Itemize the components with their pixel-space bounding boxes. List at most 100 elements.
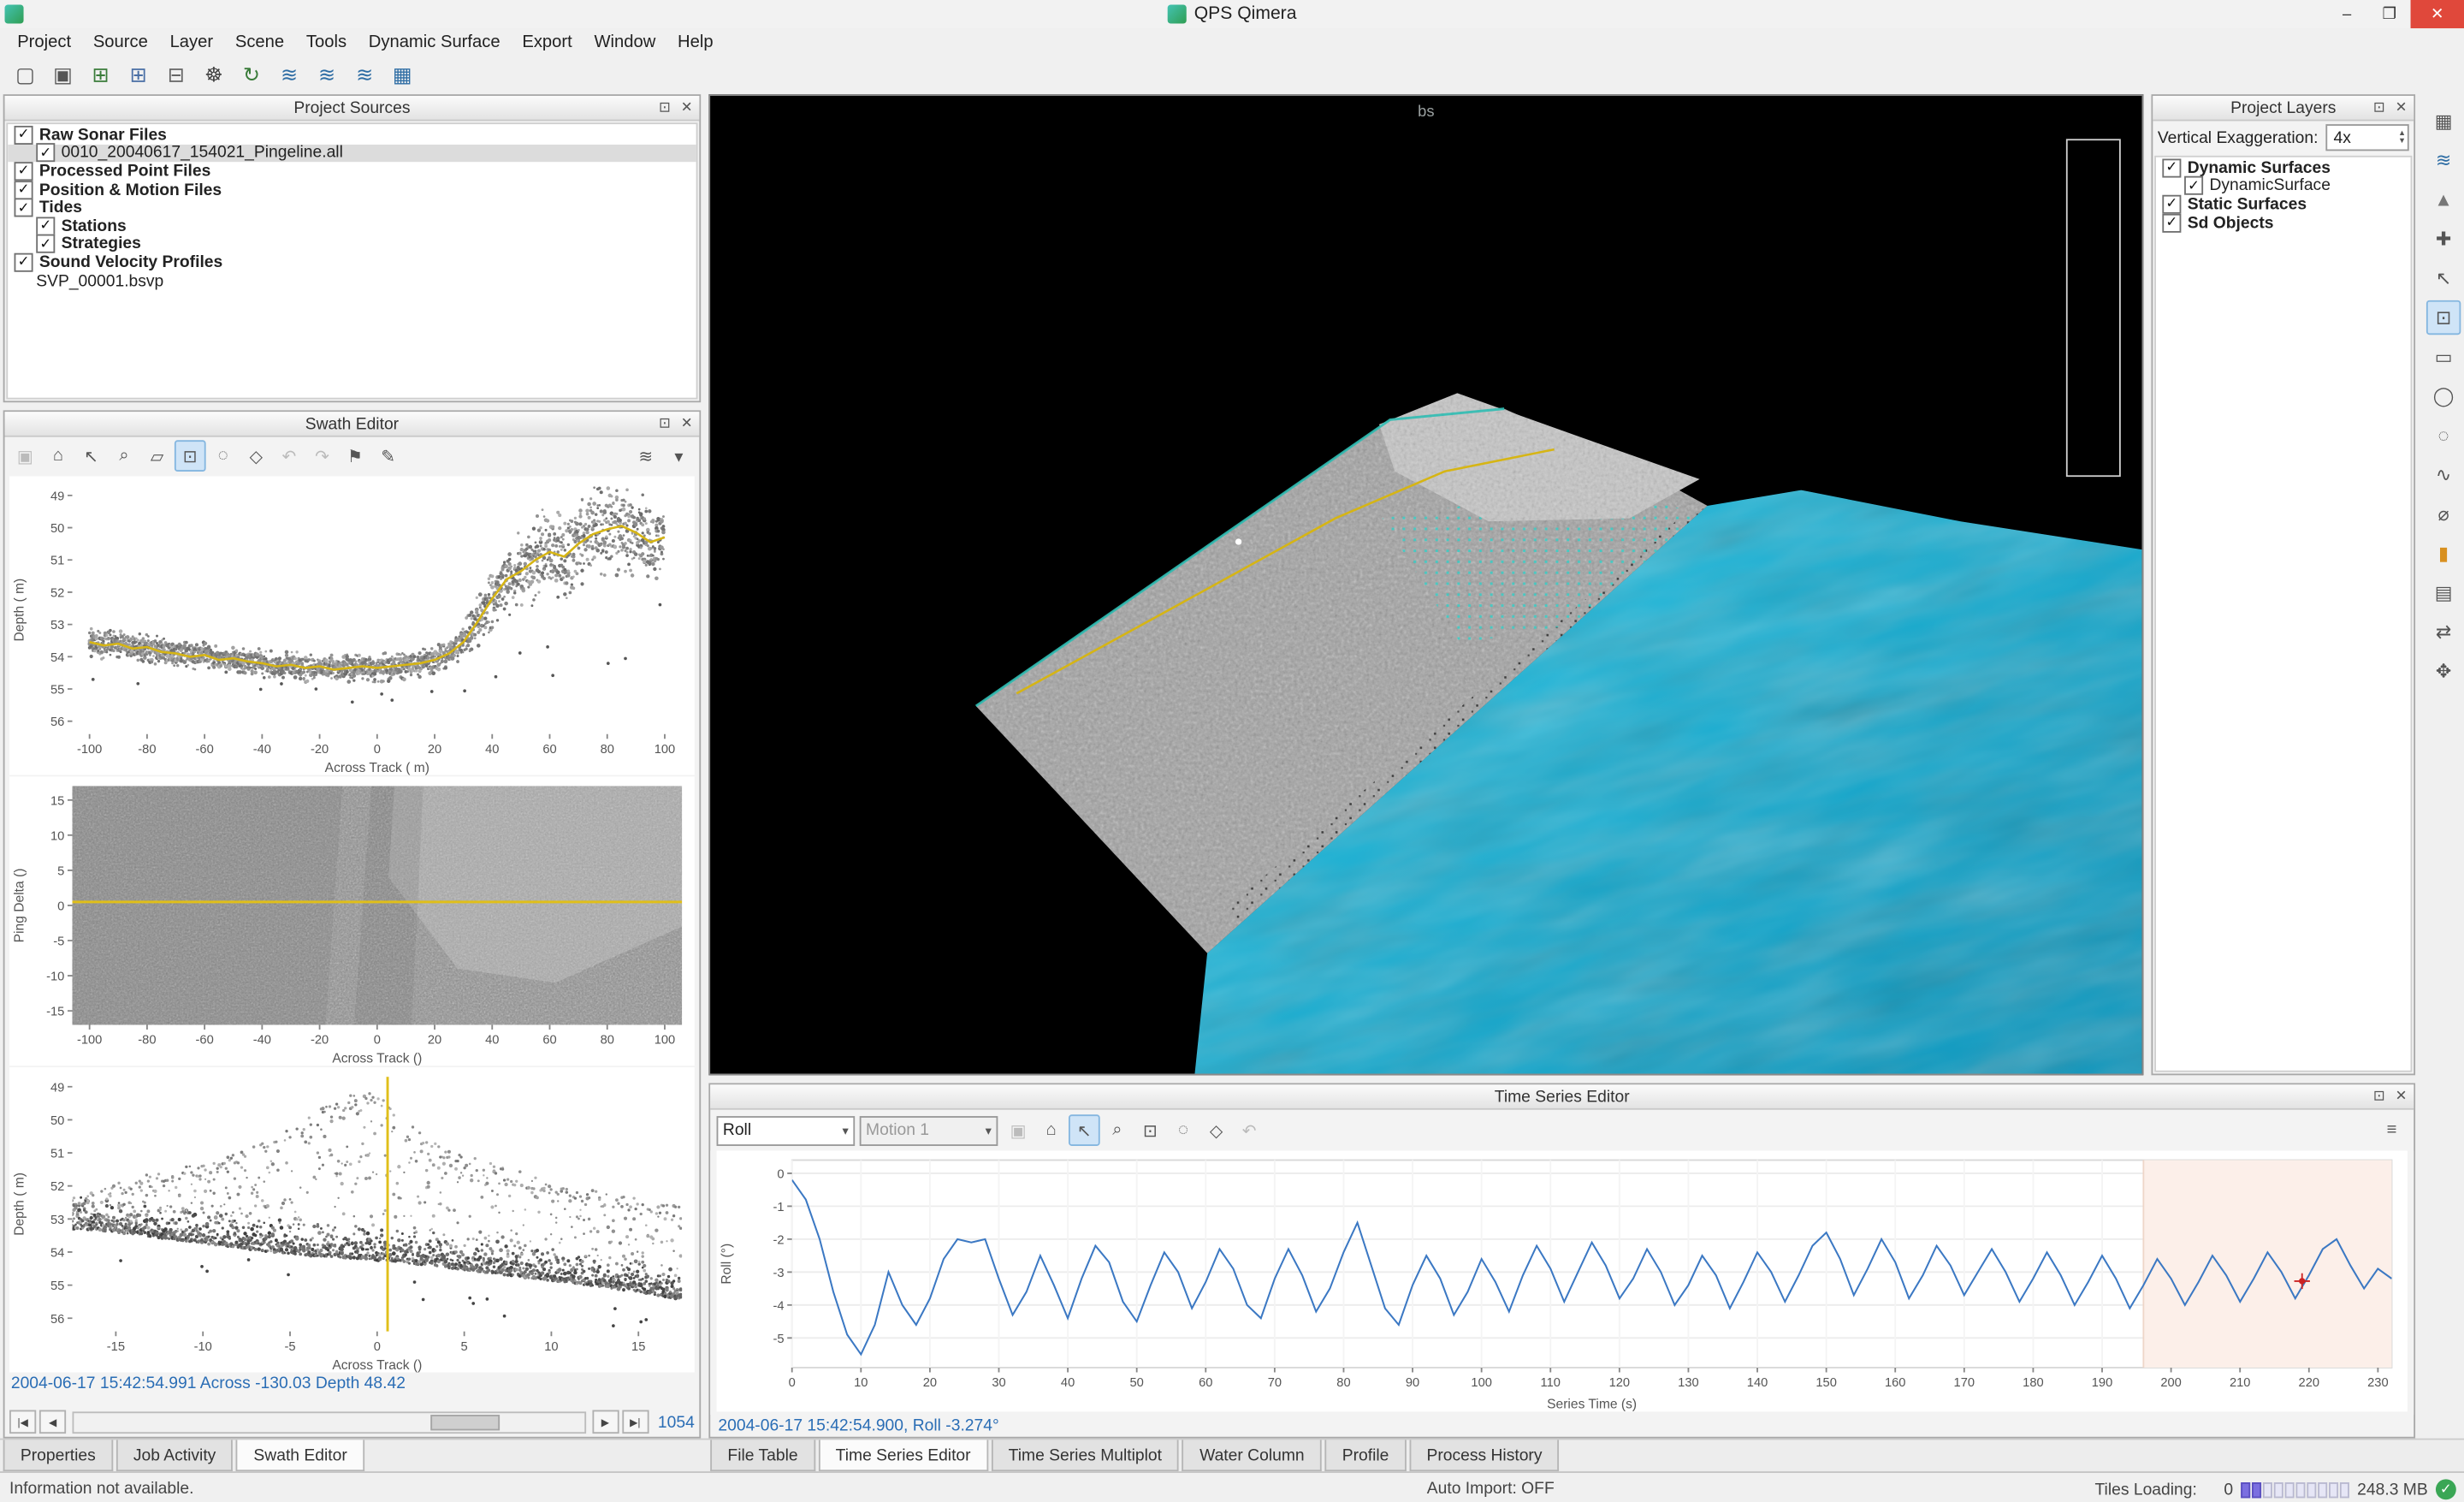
erase-icon[interactable]: ▱ bbox=[141, 440, 173, 472]
swath-alongtrack-chart[interactable]: 4950515253545556-15-10-5051015Across Tra… bbox=[9, 1067, 695, 1372]
tab-job-activity[interactable]: Job Activity bbox=[116, 1440, 234, 1471]
checkbox[interactable]: ✓ bbox=[15, 162, 33, 181]
menu-project[interactable]: Project bbox=[6, 33, 82, 51]
checkbox[interactable]: ✓ bbox=[36, 235, 55, 253]
import-files-icon[interactable]: ⊟ bbox=[159, 57, 193, 92]
zoom-icon[interactable]: ⌕ bbox=[1102, 1114, 1134, 1146]
checkbox[interactable]: ✓ bbox=[36, 217, 55, 235]
panel-menu-icon[interactable]: ▾ bbox=[663, 440, 695, 472]
rect-selection-icon[interactable]: ▭ bbox=[2426, 340, 2461, 374]
tree-item-tides[interactable]: ✓Tides bbox=[8, 199, 696, 217]
home-icon[interactable]: ⌂ bbox=[43, 440, 74, 472]
tab-process-history[interactable]: Process History bbox=[1409, 1440, 1559, 1471]
cursor-icon[interactable]: ↖ bbox=[75, 440, 107, 472]
reprocess-icon[interactable]: ↻ bbox=[234, 57, 269, 92]
file-table-grid-icon[interactable]: ▦ bbox=[2426, 104, 2461, 138]
undo-icon[interactable]: ↶ bbox=[1234, 1114, 1265, 1146]
checkbox[interactable]: ✓ bbox=[15, 126, 33, 145]
next-ping-button[interactable]: ▶ bbox=[592, 1410, 619, 1434]
tab-profile[interactable]: Profile bbox=[1325, 1440, 1407, 1471]
checkbox[interactable]: ✓ bbox=[2184, 176, 2203, 195]
tree-item-dynamicsurface[interactable]: ✓DynamicSurface bbox=[2156, 177, 2411, 195]
terrain-view-icon[interactable]: ▲ bbox=[2426, 182, 2461, 217]
save-icon[interactable]: ▣ bbox=[9, 440, 41, 472]
tree-item-stations[interactable]: ✓Stations bbox=[8, 217, 696, 235]
float-panel-icon[interactable]: ⊡ bbox=[2368, 1084, 2390, 1108]
spinner-arrows-icon[interactable]: ▲▼ bbox=[2398, 130, 2406, 145]
float-panel-icon[interactable]: ⊡ bbox=[654, 96, 676, 120]
float-panel-icon[interactable]: ⊡ bbox=[654, 412, 676, 436]
surface-view-icon[interactable]: ≋ bbox=[2426, 143, 2461, 177]
checkbox[interactable]: ✓ bbox=[15, 180, 33, 199]
open-project-icon[interactable]: ▣ bbox=[45, 57, 80, 92]
add-processed-points-icon[interactable]: ⊞ bbox=[121, 57, 155, 92]
preferences-gears-icon[interactable]: ☸ bbox=[197, 57, 231, 92]
checkbox[interactable]: ✓ bbox=[2162, 195, 2181, 214]
menu-source[interactable]: Source bbox=[82, 33, 159, 51]
close-panel-icon[interactable]: ✕ bbox=[676, 412, 698, 436]
flag-marker-icon[interactable]: ⚑ bbox=[340, 440, 371, 472]
tree-item-raw-sonar-files[interactable]: ✓Raw Sonar Files bbox=[8, 126, 696, 144]
probe-icon[interactable]: ✎ bbox=[372, 440, 404, 472]
roll-time-series-chart[interactable]: 0-1-2-3-4-501020304050607080901001101201… bbox=[717, 1150, 2408, 1411]
tree-item-position-motion-files[interactable]: ✓Position & Motion Files bbox=[8, 181, 696, 199]
tiles-icon[interactable]: ▤ bbox=[2426, 575, 2461, 609]
close-button[interactable]: ✕ bbox=[2411, 0, 2464, 28]
pick-mode-icon[interactable]: ↖ bbox=[2426, 261, 2461, 295]
menu-tools[interactable]: Tools bbox=[295, 33, 358, 51]
new-project-icon[interactable]: ▢ bbox=[8, 57, 42, 92]
float-panel-icon[interactable]: ⊡ bbox=[2368, 96, 2390, 120]
tree-item-strategies[interactable]: ✓Strategies bbox=[8, 235, 696, 253]
scene-3d-view[interactable]: bs bbox=[708, 94, 2143, 1075]
lasso-select-icon[interactable]: ◌ bbox=[1168, 1114, 1199, 1146]
close-panel-icon[interactable]: ✕ bbox=[2390, 96, 2413, 120]
profile-tool-icon[interactable]: ∿ bbox=[2426, 457, 2461, 491]
swath-display-options-icon[interactable]: ≋ bbox=[631, 440, 662, 472]
vertical-exaggeration-spinner[interactable]: 4x ▲▼ bbox=[2325, 124, 2408, 151]
checkbox[interactable]: ✓ bbox=[15, 199, 33, 217]
tab-properties[interactable]: Properties bbox=[3, 1440, 113, 1471]
tree-item-sd-objects[interactable]: ✓Sd Objects bbox=[2156, 213, 2411, 231]
tree-item-0010-20040617-154021-pingeline-all[interactable]: ✓0010_20040617_154021_Pingeline.all bbox=[8, 144, 696, 162]
create-dynamic-surface-icon[interactable]: ≋ bbox=[272, 57, 306, 92]
close-panel-icon[interactable]: ✕ bbox=[676, 96, 698, 120]
menu-export[interactable]: Export bbox=[511, 33, 583, 51]
tree-item-processed-point-files[interactable]: ✓Processed Point Files bbox=[8, 163, 696, 181]
lasso-select-icon[interactable]: ◌ bbox=[207, 440, 239, 472]
export-surface-icon[interactable]: ≋ bbox=[347, 57, 382, 92]
checkbox[interactable]: ✓ bbox=[36, 144, 55, 163]
zoom-icon[interactable]: ⌕ bbox=[109, 440, 140, 472]
minimize-button[interactable]: – bbox=[2325, 0, 2368, 28]
rect-select-icon[interactable]: ⊡ bbox=[175, 440, 206, 472]
menu-layer[interactable]: Layer bbox=[159, 33, 224, 51]
add-raw-sonar-icon[interactable]: ⊞ bbox=[83, 57, 117, 92]
maximize-button[interactable]: ❐ bbox=[2368, 0, 2411, 28]
colormap-icon[interactable]: ▮ bbox=[2426, 536, 2461, 570]
home-icon[interactable]: ⌂ bbox=[1035, 1114, 1067, 1146]
create-static-surface-icon[interactable]: ≋ bbox=[310, 57, 344, 92]
grid-add-icon[interactable]: ▦ bbox=[385, 57, 419, 92]
save-icon[interactable]: ▣ bbox=[1003, 1114, 1034, 1146]
move-3d-icon[interactable]: ✥ bbox=[2426, 654, 2461, 688]
polygon-select-icon[interactable]: ◇ bbox=[1200, 1114, 1232, 1146]
lasso-selection-icon[interactable]: ◌ bbox=[2426, 419, 2461, 453]
explore-mode-icon[interactable]: ✚ bbox=[2426, 222, 2461, 256]
menu-scene[interactable]: Scene bbox=[224, 33, 295, 51]
tab-file-table[interactable]: File Table bbox=[710, 1440, 815, 1471]
undo-icon[interactable]: ↶ bbox=[274, 440, 305, 472]
last-ping-button[interactable]: ▶| bbox=[622, 1410, 649, 1434]
cursor-icon[interactable]: ↖ bbox=[1069, 1114, 1100, 1146]
measure-tool-icon[interactable]: ⌀ bbox=[2426, 496, 2461, 531]
tree-item-static-surfaces[interactable]: ✓Static Surfaces bbox=[2156, 195, 2411, 213]
polygon-select-icon[interactable]: ◇ bbox=[240, 440, 272, 472]
tab-time-series-editor[interactable]: Time Series Editor bbox=[818, 1440, 987, 1471]
tab-time-series-multiplot[interactable]: Time Series Multiplot bbox=[991, 1440, 1179, 1471]
tree-item-dynamic-surfaces[interactable]: ✓Dynamic Surfaces bbox=[2156, 159, 2411, 177]
menu-dynamic-surface[interactable]: Dynamic Surface bbox=[358, 33, 512, 51]
field-selector[interactable]: Roll▾ bbox=[717, 1115, 856, 1145]
checkbox[interactable]: ✓ bbox=[2162, 158, 2181, 177]
checkbox[interactable]: ✓ bbox=[15, 253, 33, 272]
select-mode-icon[interactable]: ⊡ bbox=[2426, 300, 2461, 335]
menu-window[interactable]: Window bbox=[583, 33, 667, 51]
menu-help[interactable]: Help bbox=[666, 33, 724, 51]
